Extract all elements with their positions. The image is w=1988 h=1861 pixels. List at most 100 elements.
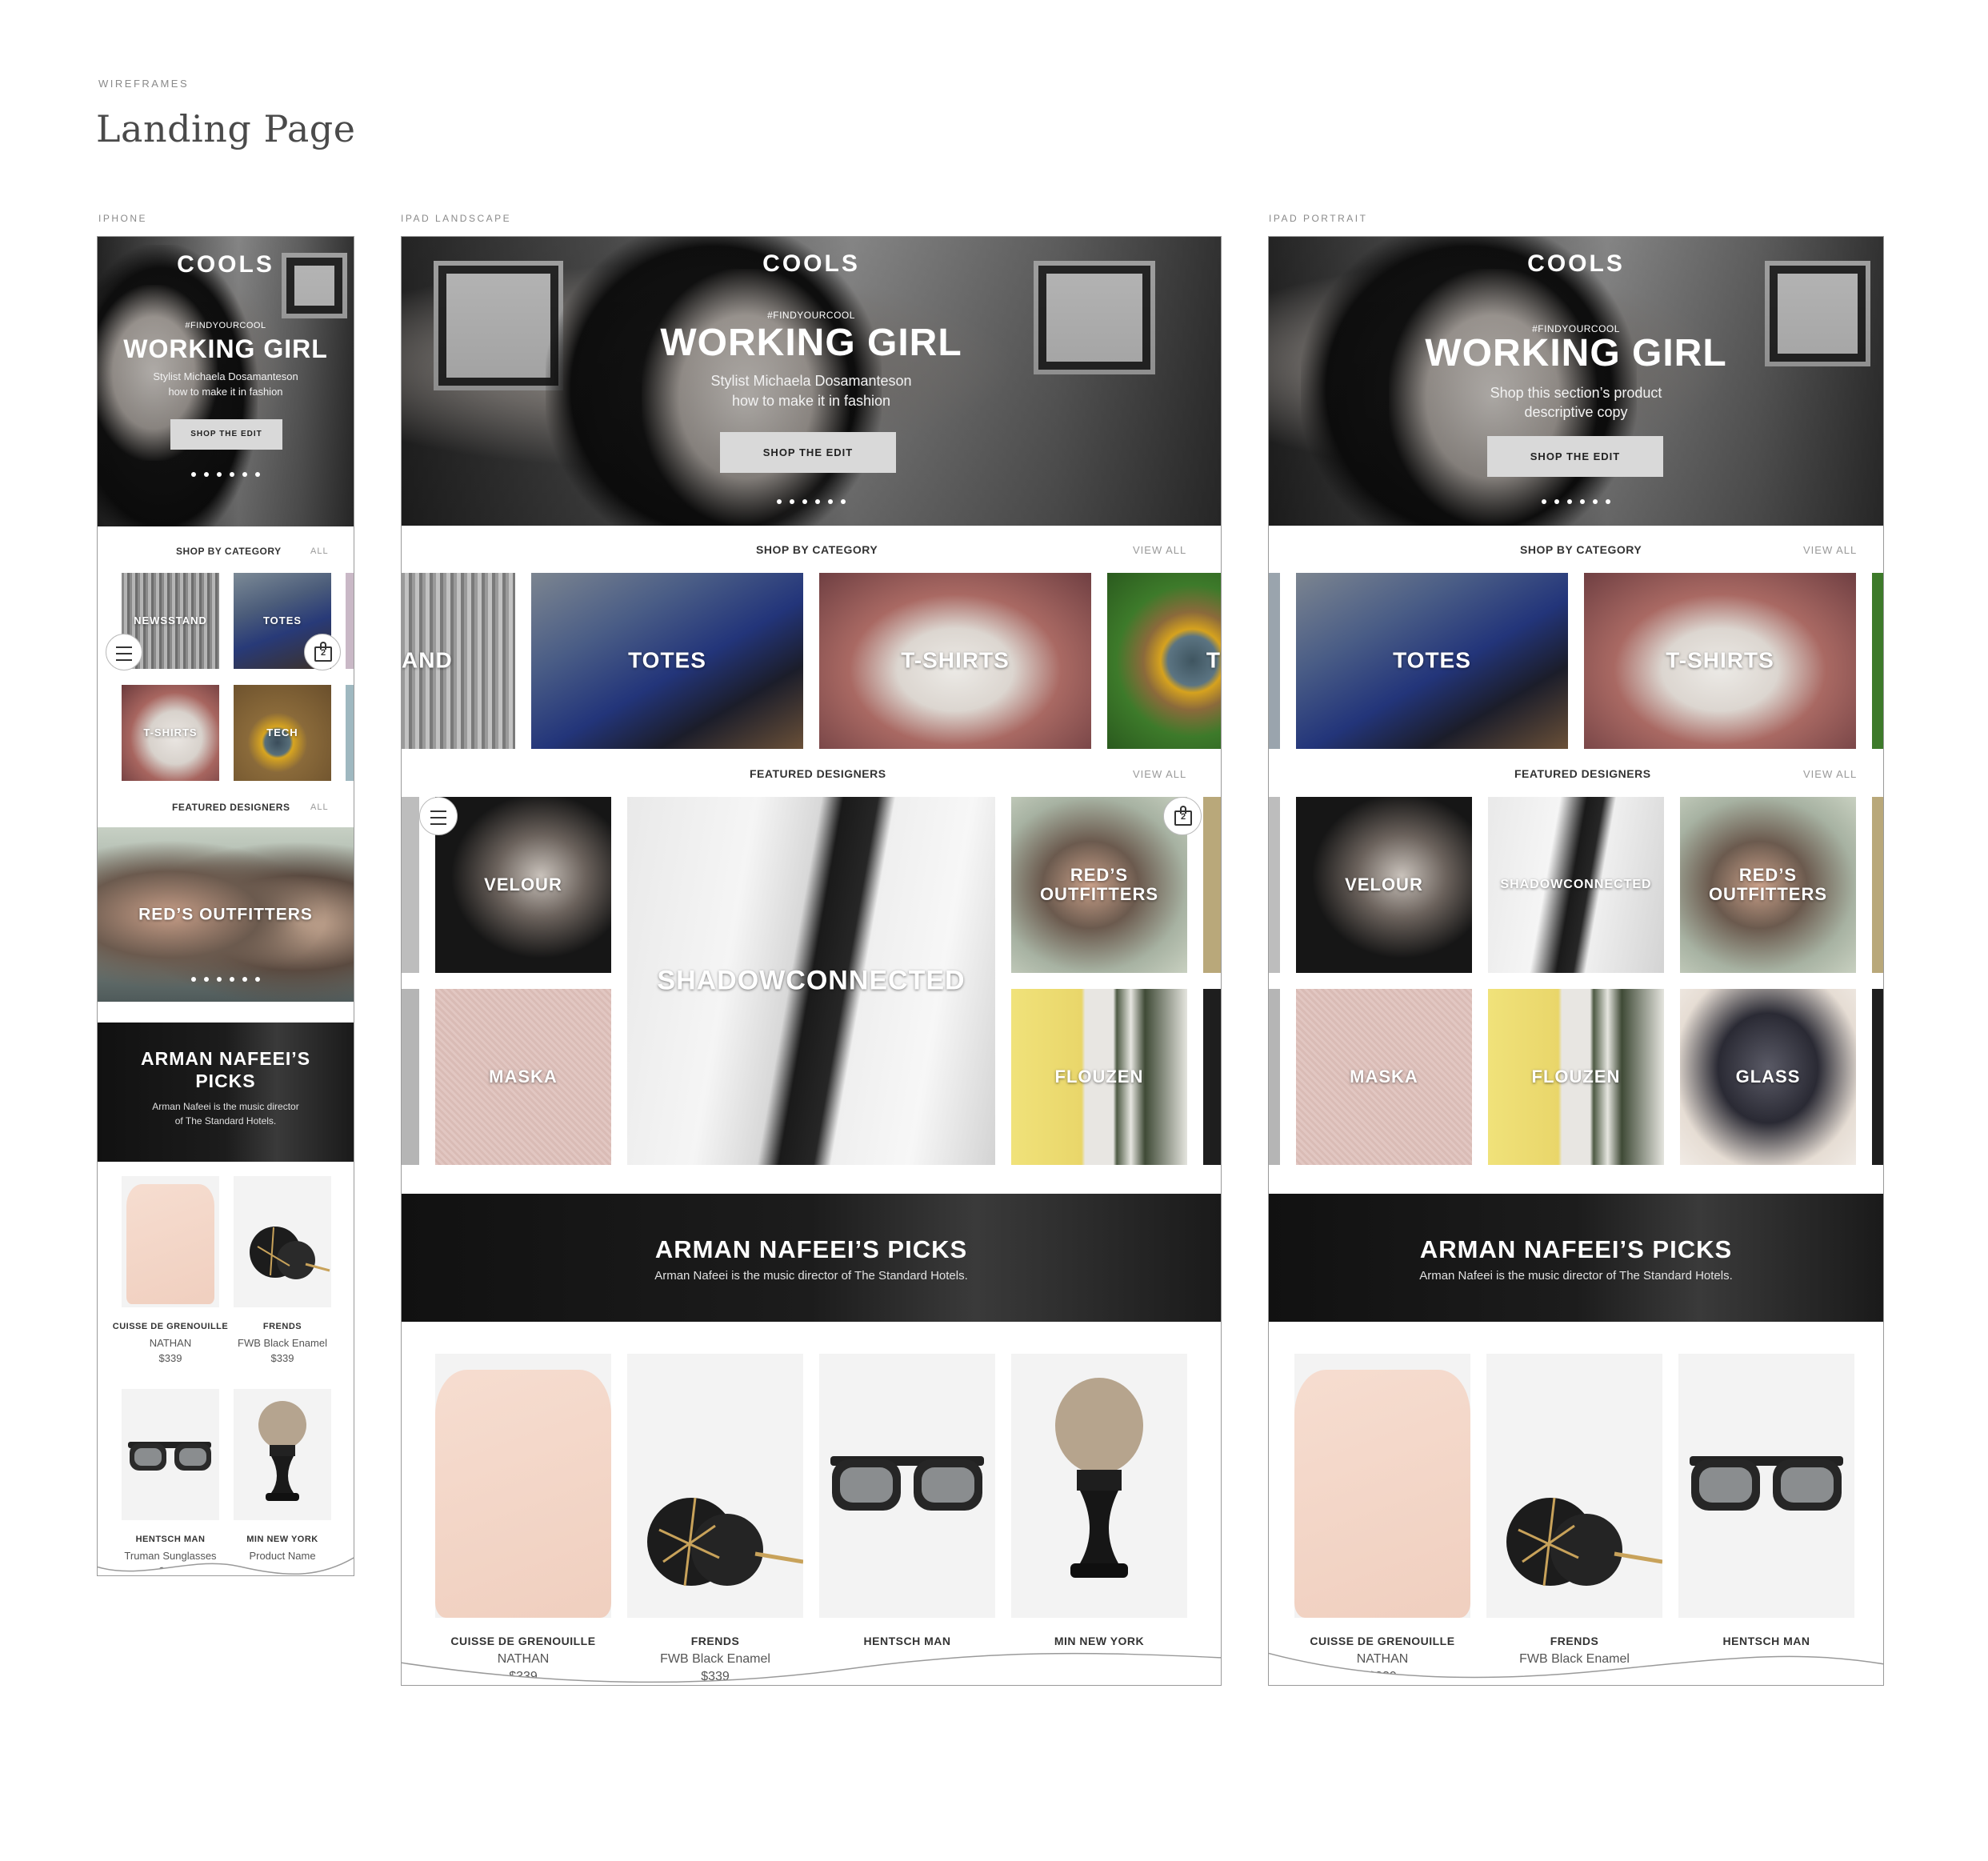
category-tile-totes[interactable]: TOTES (531, 573, 803, 749)
product-image[interactable] (627, 1354, 803, 1618)
category-tile-tech[interactable]: T (1107, 573, 1221, 749)
category-tile-t-shirts[interactable]: T-SHIRTS (122, 685, 219, 781)
product-image[interactable] (1294, 1354, 1470, 1618)
shop-the-edit-button[interactable]: SHOP THE EDIT (1487, 436, 1663, 477)
picks-title: ARMAN NAFEEI’S PICKS (1419, 1235, 1733, 1263)
designer-tile-reds-outfitters[interactable]: RED’S OUTFITTERS (1680, 797, 1856, 973)
product-price: $339 (270, 1352, 294, 1364)
designer-tile-maska[interactable]: MASKA (1296, 989, 1472, 1165)
view-all-designers-link[interactable]: VIEW ALL (1803, 768, 1857, 780)
designer-tile-shadowconnected[interactable]: SHADOWCONNECTED (1488, 797, 1664, 973)
ipad-landscape-hero: COOLS #FINDYOURCOOL WORKING GIRL Stylist… (402, 237, 1221, 526)
menu-button[interactable] (419, 797, 458, 835)
designer-tile-maska[interactable]: MASKA (435, 989, 611, 1165)
category-tile-t-shirts[interactable]: T-SHIRTS (1584, 573, 1856, 749)
designer-tile-glass[interactable]: GLASS (1680, 989, 1856, 1165)
shop-by-category-title: SHOP BY CATEGORY (176, 546, 282, 557)
designer-label: FLOUZEN (1531, 1066, 1621, 1087)
designer-tile-reds-outfitters[interactable]: RED’S OUTFITTERS (1011, 797, 1187, 973)
product-brand: MIN NEW YORK (246, 1535, 318, 1544)
designer-label: VELOUR (484, 874, 562, 894)
product-image[interactable] (1678, 1354, 1854, 1618)
view-all-categories-link[interactable]: ALL (310, 546, 329, 556)
logo[interactable]: COOLS (1269, 250, 1883, 278)
category-tile-newsstand[interactable]: AND (402, 573, 515, 749)
featured-designers-title: FEATURED DESIGNERS (172, 802, 290, 813)
page-cut-wave (1269, 1652, 1883, 1685)
category-label: TOTES (262, 614, 302, 626)
product-image[interactable] (819, 1354, 995, 1618)
designer-label: GLASS (1735, 1066, 1801, 1087)
ipad-landscape-frame: COOLS #FINDYOURCOOL WORKING GIRL Stylist… (401, 236, 1222, 1686)
category-tile-totes[interactable]: TOTES (1296, 573, 1568, 749)
designer-label: RED’S OUTFITTERS (1708, 864, 1828, 904)
designer-tile-velour[interactable]: VELOUR (1296, 797, 1472, 973)
menu-button[interactable] (106, 634, 142, 670)
category-label: TOTES (1393, 647, 1471, 673)
product-image[interactable] (234, 1176, 331, 1307)
logo[interactable]: COOLS (98, 251, 354, 278)
shopping-bag-icon: 2 (314, 642, 332, 662)
hero-headline: WORKING GIRL (1425, 332, 1727, 374)
category-tile-peek (346, 573, 354, 669)
cart-button[interactable]: 2 (304, 634, 341, 670)
carousel-dots[interactable] (1269, 494, 1883, 508)
designer-tile-peek (1203, 989, 1221, 1165)
picks-banner: ARMAN NAFEEI’S PICKS Arman Nafeei is the… (402, 1194, 1221, 1322)
hashtag: #FINDYOURCOOL (185, 321, 266, 330)
product-image[interactable] (122, 1389, 219, 1520)
carousel-dots[interactable] (98, 971, 354, 986)
hero-subtitle-line2: how to make it in fashion (731, 393, 891, 409)
product-image[interactable] (1486, 1354, 1662, 1618)
picks-banner: ARMAN NAFEEI’S PICKS Arman Nafeei is the… (1269, 1194, 1883, 1322)
logo[interactable]: COOLS (402, 250, 1221, 278)
designer-tile-shadowconnected[interactable]: SHADOWCONNECTED (627, 797, 995, 1165)
hero-subtitle-line1: Stylist Michaela Dosamanteson (153, 370, 298, 382)
category-tile-t-shirts[interactable]: T-SHIRTS (819, 573, 1091, 749)
product-brand: FRENDS (690, 1635, 740, 1647)
picks-title-line2: PICKS (195, 1071, 256, 1091)
designer-tile-flouzen[interactable]: FLOUZEN (1488, 989, 1664, 1165)
designer-label: MASKA (489, 1066, 558, 1087)
carousel-dots[interactable] (98, 466, 354, 481)
product-image[interactable] (435, 1354, 611, 1618)
category-label: T-SHIRTS (1666, 647, 1774, 673)
product-image[interactable] (122, 1176, 219, 1307)
shop-by-category-title: SHOP BY CATEGORY (1520, 543, 1642, 556)
picks-banner: ARMAN NAFEEI’S PICKS Arman Nafeei is the… (98, 1023, 354, 1162)
shopping-bag-icon: 2 (1174, 806, 1192, 826)
hero-subtitle-line2: how to make it in fashion (168, 386, 283, 398)
carousel-dots[interactable] (402, 494, 1221, 508)
category-label: T-SHIRTS (901, 647, 1010, 673)
category-label: T (1206, 647, 1221, 673)
shop-the-edit-button[interactable]: SHOP THE EDIT (720, 432, 896, 473)
picks-title-line1: ARMAN NAFEEI’S (140, 1048, 311, 1069)
hero-headline: WORKING GIRL (123, 334, 328, 363)
designer-tile-flouzen[interactable]: FLOUZEN (1011, 989, 1187, 1165)
shop-the-edit-button[interactable]: SHOP THE EDIT (170, 419, 282, 450)
picks-subtitle-line2: of The Standard Hotels. (174, 1115, 277, 1127)
product-image[interactable] (234, 1389, 331, 1520)
featured-designer-tile[interactable]: RED’S OUTFITTERS (98, 827, 354, 1002)
iphone-label: IPHONE (98, 213, 148, 224)
hero-headline: WORKING GIRL (660, 322, 962, 364)
category-tile-peek (1872, 573, 1883, 749)
designer-tile-velour[interactable]: VELOUR (435, 797, 611, 973)
designer-label: SHADOWCONNECTED (1500, 878, 1652, 892)
page-cut-wave (98, 1557, 354, 1575)
category-tile-tech[interactable]: TECH (234, 685, 331, 781)
designer-tile-peek (1269, 989, 1280, 1165)
view-all-categories-link[interactable]: VIEW ALL (1133, 544, 1186, 556)
view-all-designers-link[interactable]: VIEW ALL (1133, 768, 1186, 780)
product-brand: FRENDS (262, 1322, 302, 1331)
shop-by-category-title: SHOP BY CATEGORY (756, 543, 878, 556)
cart-count: 2 (320, 648, 326, 658)
product-brand: HENTSCH MAN (135, 1535, 206, 1544)
view-all-categories-link[interactable]: VIEW ALL (1803, 544, 1857, 556)
product-image[interactable] (1011, 1354, 1187, 1618)
view-all-designers-link[interactable]: ALL (310, 802, 329, 812)
category-label: AND (402, 647, 453, 673)
designer-tile-peek (1872, 797, 1883, 973)
ipad-portrait-hero: COOLS #FINDYOURCOOL WORKING GIRL Shop th… (1269, 237, 1883, 526)
cart-button[interactable]: 2 (1163, 797, 1202, 835)
